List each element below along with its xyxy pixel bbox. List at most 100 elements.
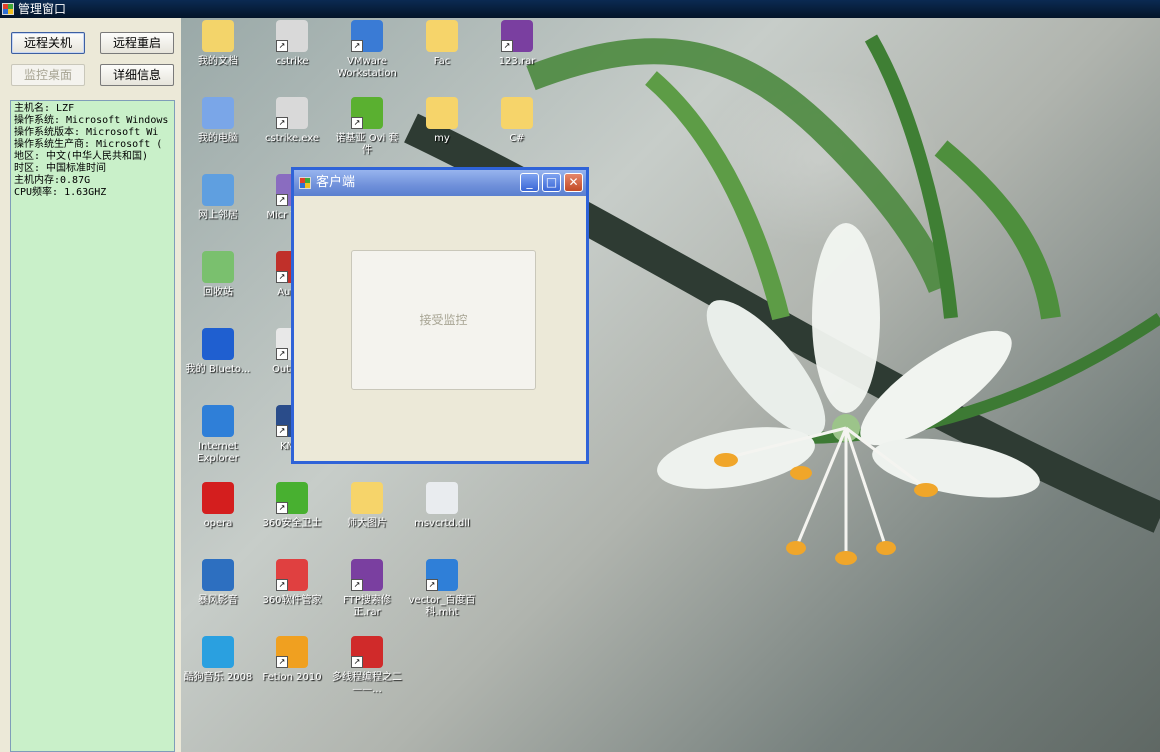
desktop-icon[interactable]: 我的电脑 bbox=[182, 97, 254, 145]
kugou-icon bbox=[202, 636, 234, 668]
info-line: 时区: 中国标准时间 bbox=[14, 163, 107, 174]
desktop-icon[interactable]: ↗ 360软件管家 bbox=[256, 559, 328, 607]
maximize-button[interactable]: □ bbox=[542, 173, 561, 192]
host-info-textbox[interactable]: 主机名: LZF 操作系统: Microsoft Windows 操作系统版本: M… bbox=[10, 100, 175, 752]
shortcut-arrow-icon: ↗ bbox=[276, 40, 288, 52]
folder-icon bbox=[501, 97, 533, 129]
desktop-icon[interactable]: ↗ 多线程编程之二——... bbox=[331, 636, 403, 696]
shortcut-arrow-icon: ↗ bbox=[351, 579, 363, 591]
info-line: 操作系统生产商: Microsoft ( bbox=[14, 139, 163, 150]
desktop-icon[interactable]: my bbox=[406, 97, 478, 145]
desktop-icon-label: cstrike bbox=[275, 56, 309, 67]
info-line: 地区: 中文(中华人民共和国) bbox=[14, 151, 149, 162]
pdf-icon: ↗ bbox=[351, 636, 383, 668]
desktop-icon-label: 360软件管家 bbox=[262, 595, 322, 606]
360-security-icon: ↗ bbox=[276, 482, 308, 514]
desktop-icon[interactable]: ↗ vector_百度百科.mht bbox=[406, 559, 478, 619]
details-button[interactable]: 详细信息 bbox=[100, 64, 174, 86]
desktop-icon-label: 酷狗音乐 2008 bbox=[183, 672, 253, 683]
network-icon bbox=[202, 174, 234, 206]
dll-icon bbox=[426, 482, 458, 514]
info-line: 操作系统版本: Microsoft Wi bbox=[14, 127, 159, 138]
desktop-icon-label: 回收站 bbox=[203, 287, 233, 298]
desktop-icon-label: 我的文档 bbox=[198, 56, 238, 67]
desktop-icon-label: Fetion 2010 bbox=[262, 672, 322, 683]
desktop-icon[interactable]: ↗ 诺基亚 Ovi 套件 bbox=[331, 97, 403, 157]
fetion-icon: ↗ bbox=[276, 636, 308, 668]
desktop-icon-label: 多线程编程之二——... bbox=[332, 672, 402, 695]
minimize-button[interactable]: _ bbox=[520, 173, 539, 192]
client-dialog-title: 客户端 bbox=[316, 175, 356, 190]
desktop-icon[interactable]: C# bbox=[481, 97, 553, 145]
close-button[interactable]: ✕ bbox=[564, 173, 583, 192]
desktop-icon[interactable]: 师大图片 bbox=[331, 482, 403, 530]
shortcut-arrow-icon: ↗ bbox=[351, 656, 363, 668]
desktop-icon[interactable]: 网上邻居 bbox=[182, 174, 254, 222]
desktop-icon[interactable]: ↗ VMware Workstation bbox=[331, 20, 403, 80]
main-titlebar[interactable]: 管理窗口 bbox=[0, 0, 1160, 18]
cstrike-icon: ↗ bbox=[276, 20, 308, 52]
desktop-icon-label: 网上邻居 bbox=[198, 210, 238, 221]
folder-icon bbox=[351, 482, 383, 514]
cstrike-icon: ↗ bbox=[276, 97, 308, 129]
desktop-icon[interactable]: Internet Explorer bbox=[182, 405, 254, 465]
shortcut-arrow-icon: ↗ bbox=[351, 117, 363, 129]
client-dialog-titlebar[interactable]: 客户端 _ □ ✕ bbox=[294, 170, 586, 196]
folder-icon bbox=[426, 20, 458, 52]
shortcut-arrow-icon: ↗ bbox=[276, 579, 288, 591]
desktop-icon[interactable]: ↗ 360安全卫士 bbox=[256, 482, 328, 530]
desktop-icon[interactable]: ↗ cstrike.exe bbox=[256, 97, 328, 145]
desktop-icon-label: 诺基亚 Ovi 套件 bbox=[335, 133, 399, 156]
remote-shutdown-button[interactable]: 远程关机 bbox=[11, 32, 85, 54]
desktop-icon[interactable]: opera bbox=[182, 482, 254, 530]
shortcut-arrow-icon: ↗ bbox=[276, 117, 288, 129]
shortcut-arrow-icon: ↗ bbox=[426, 579, 438, 591]
desktop-icon[interactable]: ↗ FTP搜索修正.rar bbox=[331, 559, 403, 619]
info-line: 主机内存:0.87G bbox=[14, 175, 91, 186]
desktop-icon-label: 我的电脑 bbox=[198, 133, 238, 144]
ovi-icon: ↗ bbox=[351, 97, 383, 129]
info-line: 操作系统: Microsoft Windows bbox=[14, 115, 169, 126]
shortcut-arrow-icon: ↗ bbox=[501, 40, 513, 52]
desktop-icon-label: my bbox=[434, 133, 450, 144]
desktop-icon[interactable]: 我的文档 bbox=[182, 20, 254, 68]
control-panel: 远程关机 远程重启 监控桌面 详细信息 主机名: LZF 操作系统: Micros… bbox=[0, 18, 181, 752]
baofeng-icon bbox=[202, 559, 234, 591]
desktop-icon[interactable]: 暴风影音 bbox=[182, 559, 254, 607]
desktop-icon[interactable]: 回收站 bbox=[182, 251, 254, 299]
client-dialog[interactable]: 客户端 _ □ ✕ 接受监控 bbox=[291, 167, 589, 464]
desktop-icon-label: VMware Workstation bbox=[337, 56, 397, 79]
accept-monitoring-button[interactable]: 接受监控 bbox=[351, 250, 536, 390]
desktop-icon-label: Fac bbox=[433, 56, 451, 67]
recycle-bin-icon bbox=[202, 251, 234, 283]
remote-restart-button[interactable]: 远程重启 bbox=[100, 32, 174, 54]
shortcut-arrow-icon: ↗ bbox=[276, 194, 288, 206]
desktop-icon[interactable]: msvcrtd.dll bbox=[406, 482, 478, 530]
shortcut-arrow-icon: ↗ bbox=[276, 656, 288, 668]
internet-explorer-icon bbox=[202, 405, 234, 437]
bluetooth-icon bbox=[202, 328, 234, 360]
desktop-icon-label: Internet Explorer bbox=[197, 441, 239, 464]
info-line: CPU频率: 1.63GHZ bbox=[14, 187, 107, 198]
desktop-icon-label: 123.rar bbox=[498, 56, 536, 67]
desktop-icon-label: 师大图片 bbox=[347, 518, 387, 529]
desktop-icon[interactable]: 酷狗音乐 2008 bbox=[182, 636, 254, 684]
desktop-icon[interactable]: ↗ 123.rar bbox=[481, 20, 553, 68]
desktop-icon[interactable]: ↗ cstrike bbox=[256, 20, 328, 68]
minimize-icon: _ bbox=[526, 175, 533, 189]
desktop-icon-label: cstrike.exe bbox=[264, 133, 320, 144]
maximize-icon: □ bbox=[545, 175, 558, 189]
window-title: 管理窗口 bbox=[18, 2, 67, 16]
close-icon: ✕ bbox=[568, 175, 579, 189]
desktop-icon-label: vector_百度百科.mht bbox=[408, 595, 476, 618]
desktop-icon-label: C# bbox=[509, 133, 525, 144]
folder-icon bbox=[426, 97, 458, 129]
client-window-icon bbox=[299, 177, 311, 189]
monitor-desktop-button[interactable]: 监控桌面 bbox=[11, 64, 85, 86]
desktop-icon[interactable]: Fac bbox=[406, 20, 478, 68]
desktop-icon[interactable]: ↗ Fetion 2010 bbox=[256, 636, 328, 684]
desktop-icon[interactable]: 我的 Blueto... bbox=[182, 328, 254, 376]
shortcut-arrow-icon: ↗ bbox=[276, 271, 288, 283]
desktop-icon-label: 暴风影音 bbox=[198, 595, 238, 606]
360-software-icon: ↗ bbox=[276, 559, 308, 591]
